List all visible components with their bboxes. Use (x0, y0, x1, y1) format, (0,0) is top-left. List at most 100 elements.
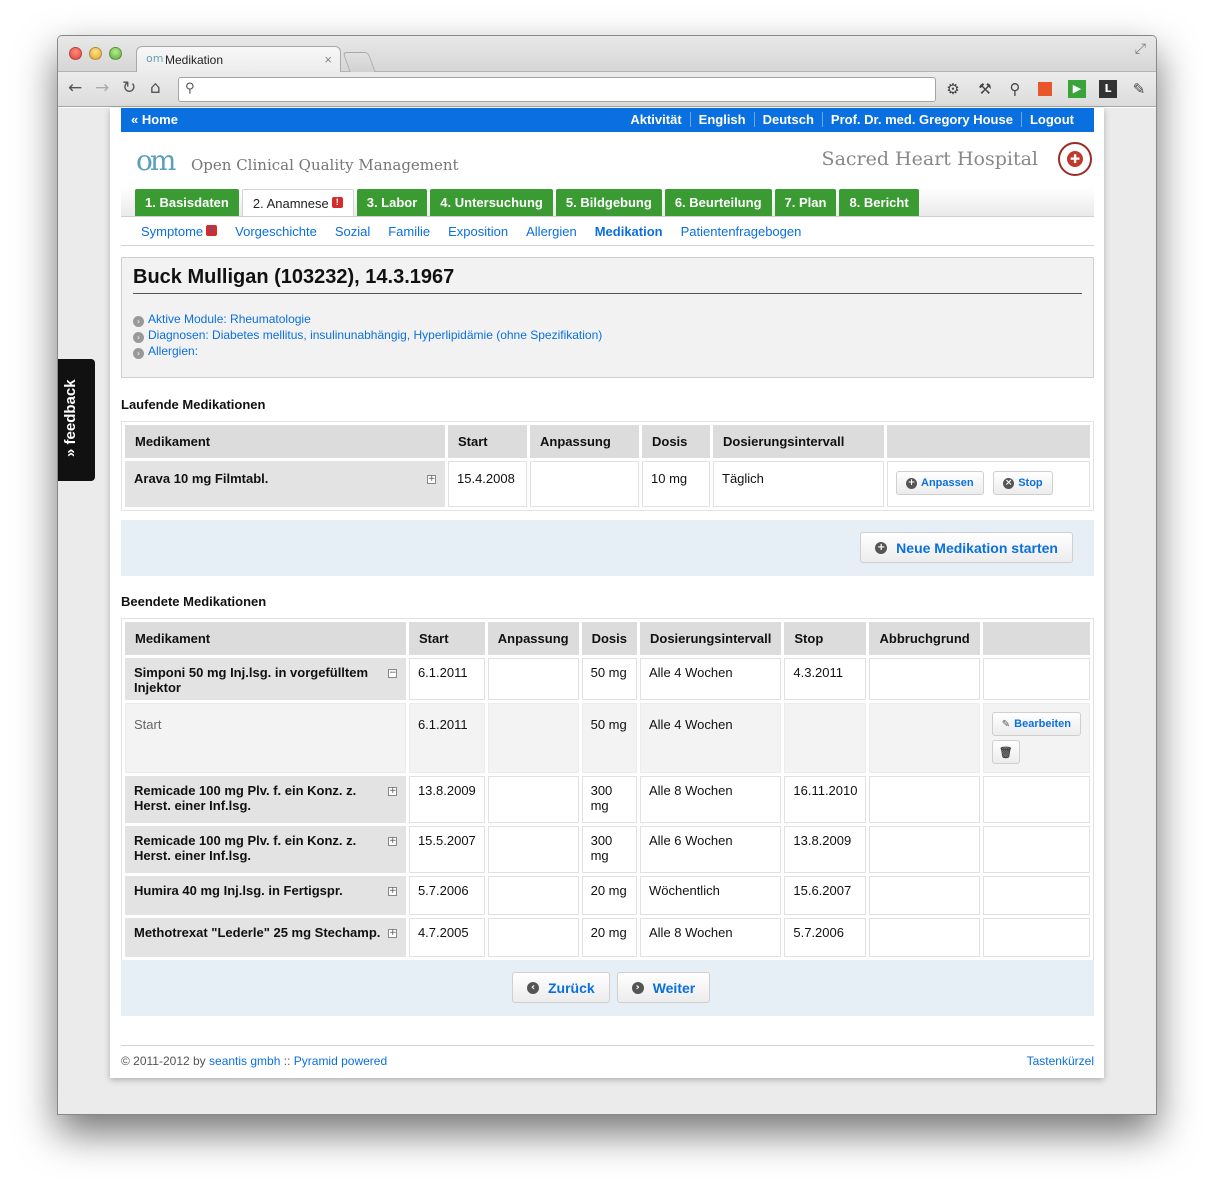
start-cell: 4.7.2005 (408, 918, 485, 957)
next-button[interactable]: › Weiter (616, 972, 711, 1003)
subtab-2[interactable]: Vorgeschichte (235, 224, 317, 239)
dose-cell: 50 mg (581, 658, 637, 700)
medication-name-cell: Humira 40 mg Inj.lsg. in Fertigspr. + (125, 876, 406, 915)
detail-stop-cell (784, 703, 867, 773)
delete-button[interactable]: 🗑 (991, 740, 1020, 764)
diagnoses-link[interactable]: › Diagnosen: Diabetes mellitus, insulinun… (133, 327, 602, 343)
forward-arrow-icon[interactable]: → (95, 78, 109, 98)
expand-icon[interactable]: + (427, 475, 436, 484)
hospital-name: Sacred Heart Hospital (821, 148, 1038, 170)
pyramid-link[interactable]: Pyramid powered (294, 1054, 387, 1068)
browser-window: om Medikation × ⤢ ← → ↻ ⌂ ⚲ ⚙ ⚒ ⚲ ▶ L ✎ … (57, 35, 1157, 1115)
tab-label: 5. Bildgebung (565, 195, 652, 210)
pencil-icon: ✎ (1001, 718, 1011, 730)
edit-button[interactable]: ✎ Bearbeiten (991, 712, 1081, 736)
subtab-label: Sozial (334, 224, 371, 239)
tab-label: 1. Basisdaten (145, 195, 229, 210)
arrow-left-icon: ‹ (527, 981, 539, 994)
collapse-icon[interactable]: − (387, 669, 397, 678)
zoom-window-button[interactable] (109, 47, 122, 60)
english-link[interactable]: English (689, 112, 754, 127)
expand-icon[interactable]: + (387, 929, 397, 938)
minimize-window-button[interactable] (89, 47, 102, 60)
new-tab-button[interactable] (342, 52, 376, 72)
adjustment-cell (487, 826, 579, 873)
interval-cell: Alle 8 Wochen (640, 918, 782, 957)
user-profile-link[interactable]: Prof. Dr. med. Gregory House (821, 112, 1021, 127)
extension-orange-icon[interactable] (1038, 82, 1052, 96)
active-modules-link[interactable]: › Aktive Module: Rheumatologie (133, 311, 602, 327)
subtab-label: Familie (388, 224, 431, 239)
wrench-icon[interactable]: ⚒ (976, 80, 994, 98)
expand-icon[interactable]: + (387, 887, 397, 896)
tab-label: 8. Bericht (849, 195, 909, 210)
tab-3[interactable]: 3. Labor (356, 189, 428, 216)
company-link[interactable]: seantis gmbh (209, 1054, 280, 1068)
tab-6[interactable]: 6. Beurteilung (664, 189, 772, 216)
reload-icon[interactable]: ↻ (122, 78, 136, 98)
tab-4[interactable]: 4. Untersuchung (430, 189, 553, 216)
table-row: Methotrexat "Lederle" 25 mg Stechamp. + 4… (125, 918, 1090, 957)
logout-link[interactable]: Logout (1020, 112, 1082, 127)
browser-tab[interactable]: om Medikation × (136, 46, 341, 73)
new-medication-button[interactable]: + Neue Medikation starten (860, 532, 1073, 563)
subtab-1[interactable]: Symptome! (141, 224, 218, 239)
sub-navigation: Symptome! Vorgeschichte Sozial Familie Expos… (121, 222, 1094, 246)
subtab-6[interactable]: Allergien (526, 224, 577, 239)
medication-name-cell: Remicade 100 mg Plv. f. ein Konz. z. Her… (125, 826, 406, 873)
subtab-7[interactable]: Medikation (595, 224, 663, 239)
tab-1[interactable]: 1. Basisdaten (135, 189, 239, 216)
subtab-label: Allergien (526, 224, 577, 239)
tab-7[interactable]: 7. Plan (774, 189, 837, 216)
play-extension-icon[interactable]: ▶ (1068, 80, 1086, 98)
start-cell: 15.5.2007 (408, 826, 485, 873)
tab-label: 6. Beurteilung (674, 195, 762, 210)
fullscreen-icon[interactable]: ⤢ (1135, 40, 1146, 57)
subtab-8[interactable]: Patientenfragebogen (681, 224, 802, 239)
column-header: Start (448, 425, 527, 458)
gear-icon[interactable]: ⚙ (944, 80, 962, 98)
l-extension-icon[interactable]: L (1099, 80, 1117, 98)
column-header: Anpassung (487, 622, 579, 655)
stop-icon: × (1003, 477, 1015, 489)
settings-wrench-icon[interactable]: ✎ (1130, 80, 1148, 98)
home-link[interactable]: « Home (131, 112, 178, 127)
table-row: Remicade 100 mg Plv. f. ein Konz. z. Her… (125, 776, 1090, 823)
allergies-link[interactable]: › Allergien: (133, 343, 602, 359)
subtab-5[interactable]: Exposition (448, 224, 508, 239)
plus-icon: + (906, 477, 917, 489)
start-cell: 15.4.2008 (448, 461, 527, 507)
new-medication-bar: + Neue Medikation starten (121, 520, 1094, 576)
expand-icon[interactable]: + (387, 787, 397, 796)
subtab-3[interactable]: Sozial (335, 224, 370, 239)
stop-cell: 15.6.2007 (784, 876, 867, 915)
subtab-label: Vorgeschichte (235, 224, 317, 239)
magnifier-icon[interactable]: ⚲ (1006, 80, 1024, 98)
back-arrow-icon[interactable]: ← (68, 78, 82, 98)
tab-label: 2. Anamnese (252, 196, 329, 211)
back-button[interactable]: ‹ Zurück (512, 972, 610, 1003)
subtab-4[interactable]: Familie (388, 224, 430, 239)
adjust-button[interactable]: + Anpassen (896, 471, 984, 495)
interval-cell: Täglich (713, 461, 884, 507)
tab-5[interactable]: 5. Bildgebung (555, 189, 662, 216)
feedback-tab[interactable]: » feedback (58, 359, 95, 481)
user-navigation: Aktivität English Deutsch Prof. Dr. med.… (622, 112, 1082, 127)
address-bar[interactable]: ⚲ (178, 77, 936, 102)
tab-close-icon[interactable]: × (324, 52, 332, 67)
dose-cell: 300 mg (581, 776, 637, 823)
medication-name-cell: Arava 10 mg Filmtabl. + (125, 461, 445, 507)
home-icon[interactable]: ⌂ (150, 78, 161, 98)
expand-icon[interactable]: + (387, 837, 397, 846)
tab-8[interactable]: 8. Bericht (839, 189, 919, 216)
stop-button[interactable]: × Stop (993, 471, 1053, 495)
tab-2[interactable]: 2. Anamnese! (241, 189, 354, 216)
dose-cell: 20 mg (581, 876, 637, 915)
deutsch-link[interactable]: Deutsch (753, 112, 822, 127)
activity-link[interactable]: Aktivität (622, 112, 689, 127)
keyboard-shortcuts-link[interactable]: Tastenkürzel (1027, 1054, 1094, 1068)
plus-icon: + (875, 541, 888, 554)
interval-cell: Alle 8 Wochen (640, 776, 782, 823)
table-row: Arava 10 mg Filmtabl. + 15.4.2008 10 mg T… (125, 461, 1090, 507)
close-window-button[interactable] (69, 47, 82, 60)
